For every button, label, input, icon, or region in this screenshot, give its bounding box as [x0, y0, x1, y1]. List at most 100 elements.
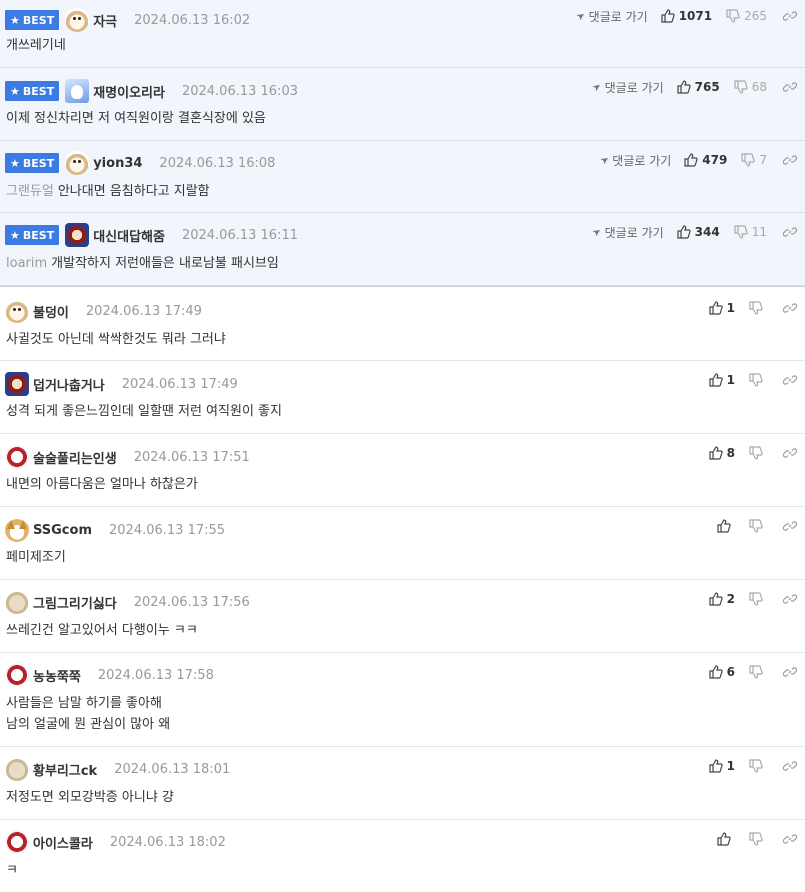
dislike-button[interactable]: [749, 759, 767, 773]
goto-comment-link[interactable]: ➤ 댓글로 가기: [574, 8, 648, 25]
thumbs-up-icon: [661, 9, 675, 23]
dislike-button[interactable]: [749, 301, 767, 315]
comment-date: 2024.06.13 16:11: [181, 227, 298, 243]
like-button[interactable]: 479: [684, 153, 727, 167]
best-badge: ★ BEST: [5, 153, 60, 173]
dislike-button[interactable]: [749, 665, 767, 679]
nickname[interactable]: yion34: [93, 156, 142, 171]
avatar-dog-icon[interactable]: [5, 299, 29, 323]
avatar-beige-blob-icon[interactable]: [5, 757, 29, 781]
nickname[interactable]: 불덩이: [33, 302, 69, 321]
nickname[interactable]: 자극: [93, 11, 117, 30]
link-icon[interactable]: [783, 592, 797, 606]
like-button[interactable]: 765: [677, 80, 720, 94]
link-icon[interactable]: [783, 9, 797, 23]
mention-prefix[interactable]: loarim: [6, 256, 47, 271]
comment-text: 성격 되게 좋은느낌인데 일할땐 저런 여직원이 좋지: [6, 404, 282, 419]
link-icon[interactable]: [783, 446, 797, 460]
goto-comment-link[interactable]: ➤ 댓글로 가기: [590, 224, 664, 241]
avatar-blue-character-icon[interactable]: [65, 79, 90, 103]
comment-item: 황부리그ck 2024.06.13 18:01 1 저정도면 외모강박증 아니냐…: [0, 747, 805, 820]
comment-header: 불덩이 2024.06.13 17:49: [5, 299, 202, 323]
send-arrow-icon: ➤: [590, 225, 605, 239]
link-icon[interactable]: [783, 153, 797, 167]
link-icon[interactable]: [783, 301, 797, 315]
star-icon: ★: [10, 228, 20, 242]
thumbs-down-icon: [734, 225, 748, 239]
dislike-button[interactable]: [749, 446, 767, 460]
goto-comment-link[interactable]: ➤ 댓글로 가기: [598, 152, 671, 169]
comment-actions: [717, 516, 797, 536]
comment-actions: 1: [709, 298, 797, 318]
like-button[interactable]: 1: [709, 373, 735, 387]
dislike-button[interactable]: 265: [726, 9, 767, 23]
best-badge: ★ BEST: [5, 10, 60, 30]
comment-date: 2024.06.13 17:58: [97, 667, 214, 683]
comment-text: 이제 정신차리면 저 여직원이랑 결혼식장에 있음: [6, 111, 266, 126]
avatar-beige-blob-icon[interactable]: [5, 590, 29, 614]
best-comment-item: ★ BEST 자극 2024.06.13 16:02 ➤ 댓글로 가기 1071 2…: [0, 0, 805, 68]
comment-date: 2024.06.13 16:02: [134, 12, 251, 28]
nickname[interactable]: 덥거나춥거나: [33, 375, 105, 394]
avatar-dog-icon[interactable]: [65, 8, 90, 32]
star-icon: ★: [10, 156, 20, 170]
link-icon[interactable]: [783, 665, 797, 679]
thumbs-down-icon: [749, 759, 763, 773]
link-icon[interactable]: [783, 373, 797, 387]
mention-prefix[interactable]: 그랜듀얼: [6, 184, 54, 199]
comment-text: 내면의 아름다움은 얼마나 하찮은가: [6, 477, 198, 492]
goto-comment-link[interactable]: ➤ 댓글로 가기: [591, 79, 664, 96]
star-icon: ★: [10, 13, 20, 27]
like-button[interactable]: [717, 519, 735, 533]
avatar-fox-icon[interactable]: [5, 518, 29, 542]
comment-header: ★ BEST yion34 2024.06.13 16:08: [5, 151, 275, 175]
like-button[interactable]: 2: [709, 592, 735, 606]
like-button[interactable]: 1: [709, 301, 735, 315]
thumbs-down-icon: [726, 9, 740, 23]
comment-item: 불덩이 2024.06.13 17:49 1 사귈것도 아닌데 싹싹한것도 뭐라…: [0, 289, 805, 361]
thumbs-up-icon: [709, 373, 723, 387]
link-icon[interactable]: [783, 832, 797, 846]
nickname[interactable]: 재명이오리라: [93, 82, 165, 101]
send-arrow-icon: ➤: [574, 9, 589, 23]
nickname[interactable]: SSGcom: [33, 523, 92, 538]
thumbs-up-icon: [709, 301, 723, 315]
avatar-dog-icon[interactable]: [65, 151, 90, 175]
link-icon[interactable]: [783, 225, 797, 239]
best-comment-item: ★ BEST yion34 2024.06.13 16:08 ➤ 댓글로 가기 47…: [0, 141, 805, 213]
avatar-mask-icon[interactable]: [5, 830, 29, 854]
like-button[interactable]: 1: [709, 759, 735, 773]
dislike-button[interactable]: [749, 832, 767, 846]
like-button[interactable]: 6: [709, 665, 735, 679]
like-button[interactable]: 8: [709, 446, 735, 460]
nickname[interactable]: 아이스콜라: [33, 833, 93, 852]
dislike-button[interactable]: 11: [734, 225, 767, 239]
dislike-button[interactable]: [749, 373, 767, 387]
avatar-mask-icon[interactable]: [5, 663, 29, 687]
link-icon[interactable]: [783, 759, 797, 773]
like-button[interactable]: [717, 832, 735, 846]
dislike-button[interactable]: 68: [734, 80, 767, 94]
avatar-lion-icon[interactable]: [65, 223, 90, 247]
nickname[interactable]: 대신대답해줌: [93, 226, 165, 245]
link-icon[interactable]: [783, 519, 797, 533]
avatar-mask-icon[interactable]: [5, 445, 29, 469]
send-arrow-icon: ➤: [598, 153, 612, 167]
nickname[interactable]: 술술풀리는인생: [33, 448, 117, 467]
dislike-button[interactable]: [749, 592, 767, 606]
nickname[interactable]: 황부리그ck: [33, 760, 97, 779]
thumbs-down-icon: [749, 446, 763, 460]
dislike-button[interactable]: [749, 519, 767, 533]
comment-text: 쓰레긴건 알고있어서 다행이누 ㅋㅋ: [6, 623, 198, 638]
comment-text: 사람들은 남말 하기를 좋아해 남의 얼굴에 뭔 관심이 많아 왜: [6, 696, 171, 732]
like-button[interactable]: 344: [677, 225, 720, 239]
like-button[interactable]: 1071: [661, 9, 712, 23]
thumbs-down-icon: [749, 373, 763, 387]
avatar-lion-icon[interactable]: [5, 372, 29, 396]
nickname[interactable]: 그림그리기싫다: [33, 593, 117, 612]
dislike-button[interactable]: 7: [741, 153, 767, 167]
nickname[interactable]: 농농쭉쭉: [33, 666, 81, 685]
comment-actions: ➤ 댓글로 가기 765 68: [591, 77, 797, 97]
link-icon[interactable]: [783, 80, 797, 94]
comment-item: 그림그리기싫다 2024.06.13 17:56 2 쓰레긴건 알고있어서 다행…: [0, 580, 805, 653]
